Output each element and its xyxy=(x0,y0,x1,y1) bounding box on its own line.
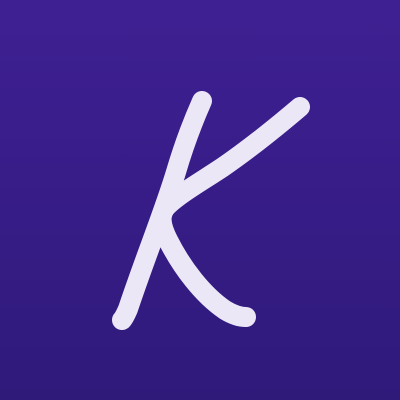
app-icon-background xyxy=(0,0,400,400)
letter-k-logo-icon xyxy=(112,91,310,330)
